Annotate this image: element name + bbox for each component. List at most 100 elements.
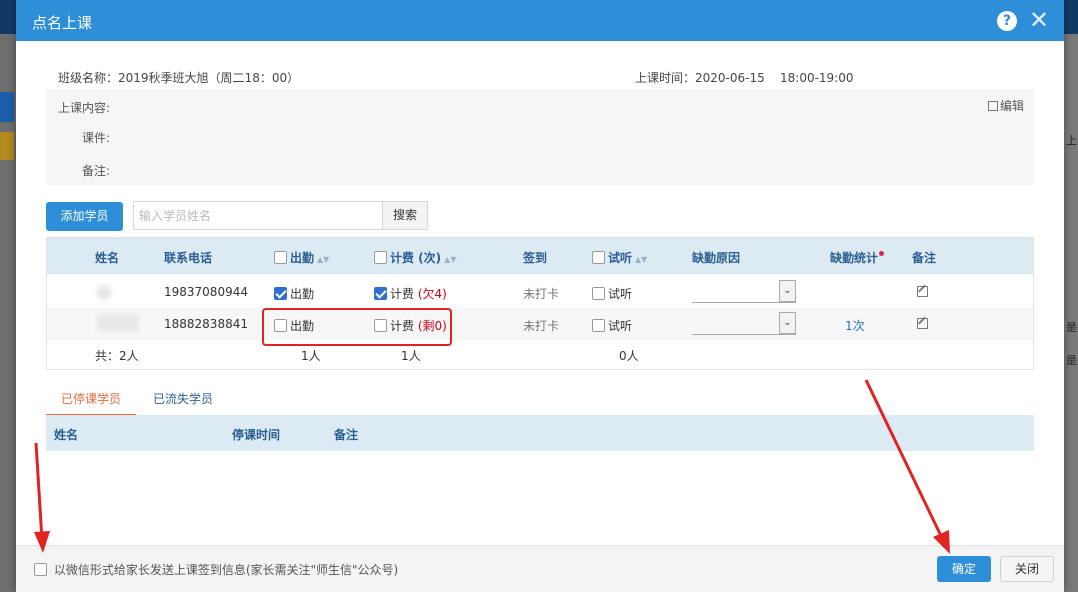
col-signin: 签到 (523, 251, 548, 265)
charge-checkbox[interactable] (374, 287, 387, 300)
edit-label: 编辑 (999, 99, 1024, 113)
wechat-notify-label: 以微信形式给家长发送上课签到信息(家长需关注"师生信"公众号) (53, 563, 399, 577)
background-right-strip: 上 是 是 (1064, 34, 1078, 592)
student-phone: 19837080944 (164, 285, 248, 299)
background-left-block (0, 92, 14, 122)
signin-status: 未打卡 (523, 287, 560, 301)
attend-label: 出勤 (290, 287, 315, 301)
col-name: 姓名 (95, 251, 120, 265)
background-left-block-yellow (0, 132, 14, 160)
trial-all-checkbox[interactable] (592, 251, 605, 264)
sort-icon[interactable]: ▲▼ (317, 256, 329, 264)
charge-checkbox[interactable] (374, 319, 387, 332)
lesson-content-box: 上课内容: 课件: 备注: 编辑 (46, 89, 1034, 185)
class-label: 班级名称： (58, 71, 119, 85)
remark-label: 备注: (82, 164, 111, 178)
summary-attend: 1人 (301, 349, 321, 363)
trial-checkbox[interactable] (592, 319, 605, 332)
time-label: 上课时间： (635, 71, 696, 85)
attend-checkbox-group[interactable]: 出勤 (274, 285, 314, 302)
trial-checkbox-group[interactable]: 试听 (592, 317, 632, 334)
absence-reason-select[interactable]: ⌄ (692, 280, 796, 303)
trial-checkbox-group[interactable]: 试听 (592, 285, 632, 302)
attendance-table-header: 姓名 联系电话 出勤 ▲▼ 计费 (次) ▲▼ 签到 试听 ▲▼ 缺勤原因 缺勤统计 … (47, 238, 1033, 274)
sort-icon[interactable]: ▲▼ (635, 256, 647, 264)
absence-reason-select[interactable]: ⌄ (692, 312, 796, 335)
background-label: 是 (1066, 354, 1077, 367)
help-icon[interactable]: ? (997, 11, 1017, 31)
close-button[interactable]: 关闭 (1000, 556, 1054, 582)
tab-lost-students[interactable]: 已流失学员 (153, 390, 213, 407)
charge-checkbox-group[interactable]: 计费 (欠4) (374, 285, 447, 302)
summary-trial: 0人 (619, 349, 639, 363)
dialog-footer: 以微信形式给家长发送上课签到信息(家长需关注"师生信"公众号) 确定 关闭 (16, 545, 1064, 592)
dialog-header: 点名上课 ? ✕ (16, 0, 1064, 41)
col-absence-stats-label: 缺勤统计 (830, 251, 879, 265)
col-remark: 备注 (334, 428, 359, 442)
sort-icon[interactable]: ▲▼ (444, 256, 456, 264)
col-attend[interactable]: 出勤 ▲▼ (274, 249, 329, 266)
trial-label: 试听 (608, 287, 633, 301)
table-row: 19837080944 出勤 计费 (欠4) 未打卡 试听 ⌄ (47, 276, 1033, 308)
summary-row: 共：2人 1人 1人 0人 (47, 340, 1033, 370)
content-label: 上课内容: (58, 101, 111, 115)
attendance-table: 姓名 联系电话 出勤 ▲▼ 计费 (次) ▲▼ 签到 试听 ▲▼ 缺勤原因 缺勤统计 … (46, 237, 1034, 370)
edit-note-icon[interactable] (917, 318, 928, 329)
col-charge[interactable]: 计费 (次) ▲▼ (374, 249, 456, 266)
charge-label: 计费 (390, 319, 415, 333)
col-trial-label: 试听 (608, 251, 633, 265)
col-absence-reason: 缺勤原因 (692, 251, 741, 265)
stopped-students-header: 姓名 停课时间 备注 (46, 415, 1034, 451)
dialog-title: 点名上课 (32, 14, 93, 32)
class-info: 班级名称：2019秋季班大旭（周二18：00） (58, 69, 299, 86)
charge-balance: (剩0) (417, 319, 447, 333)
absence-count-link[interactable]: 1次 (845, 317, 865, 334)
col-remark: 备注 (912, 251, 937, 265)
summary-total: 共：2人 (95, 349, 139, 363)
charge-label: 计费 (390, 287, 415, 301)
col-name: 姓名 (54, 428, 79, 442)
attend-label: 出勤 (290, 319, 315, 333)
time-value: 2020-06-15 18:00-19:00 (695, 71, 854, 85)
signin-status: 未打卡 (523, 319, 560, 333)
attend-checkbox[interactable] (274, 287, 287, 300)
tab-stopped-students[interactable]: 已停课学员 (46, 390, 136, 416)
charge-all-checkbox[interactable] (374, 251, 387, 264)
col-absence-stats: 缺勤统计 (830, 249, 885, 266)
notification-dot (879, 251, 885, 256)
confirm-button[interactable]: 确定 (937, 556, 991, 582)
add-student-button[interactable]: 添加学员 (46, 202, 123, 231)
trial-label: 试听 (608, 319, 633, 333)
background-label: 上 (1066, 134, 1077, 147)
search-button[interactable]: 搜索 (382, 201, 428, 230)
chevron-down-icon[interactable]: ⌄ (779, 312, 796, 334)
wechat-notify-option[interactable]: 以微信形式给家长发送上课签到信息(家长需关注"师生信"公众号) (34, 561, 398, 578)
edit-note-icon[interactable] (917, 286, 928, 297)
time-info: 上课时间：2020-06-15 18:00-19:00 (635, 69, 854, 86)
table-row: 18882838841 出勤 计费 (剩0) 未打卡 试听 ⌄ 1次 (47, 308, 1033, 340)
student-name-redacted (97, 286, 111, 299)
wechat-notify-checkbox[interactable] (34, 563, 47, 576)
attend-checkbox-group[interactable]: 出勤 (274, 317, 314, 334)
col-charge-label: 计费 (次) (390, 251, 442, 265)
background-label: 是 (1066, 321, 1077, 334)
charge-checkbox-group[interactable]: 计费 (剩0) (374, 317, 447, 334)
trial-checkbox[interactable] (592, 287, 605, 300)
col-trial[interactable]: 试听 ▲▼ (592, 249, 647, 266)
chevron-down-icon[interactable]: ⌄ (779, 280, 796, 302)
col-stop-time: 停课时间 (232, 428, 281, 442)
summary-charge: 1人 (401, 349, 421, 363)
roll-call-dialog: 点名上课 ? ✕ 班级名称：2019秋季班大旭（周二18：00） 上课时间：20… (16, 0, 1064, 592)
close-icon[interactable]: ✕ (1029, 8, 1049, 32)
edit-icon (987, 101, 998, 111)
attend-checkbox[interactable] (274, 319, 287, 332)
col-phone: 联系电话 (164, 251, 213, 265)
class-value: 2019秋季班大旭（周二18：00） (118, 71, 300, 85)
edit-button[interactable]: 编辑 (987, 97, 1024, 114)
attend-all-checkbox[interactable] (274, 251, 287, 264)
student-search-input[interactable] (133, 201, 383, 230)
courseware-label: 课件: (82, 131, 111, 145)
col-attend-label: 出勤 (290, 251, 315, 265)
charge-balance: (欠4) (417, 287, 447, 301)
student-name-redacted (97, 314, 139, 332)
